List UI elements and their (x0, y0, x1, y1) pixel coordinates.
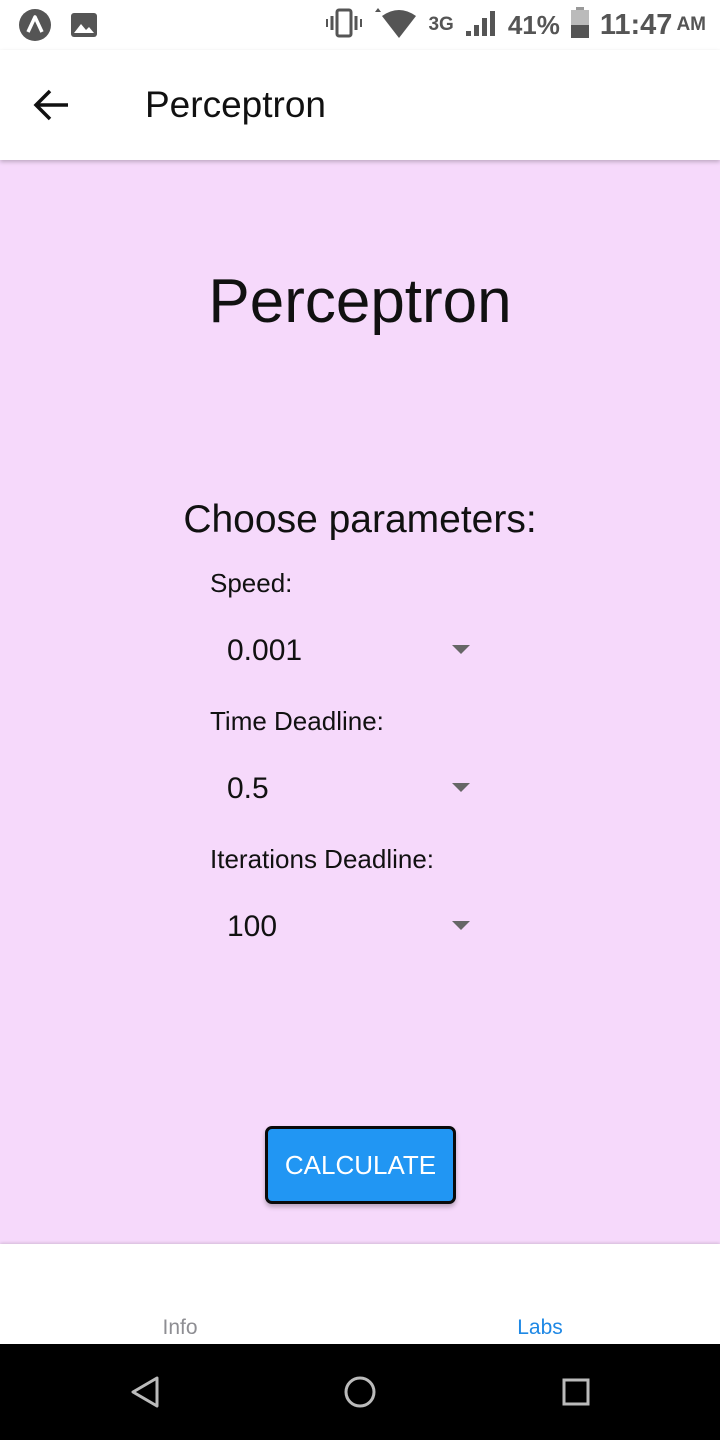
caret-down-icon (452, 645, 470, 654)
speed-value: 0.001 (227, 634, 303, 667)
image-icon (70, 12, 98, 43)
screen: 3G 41% 11:47 AM Perceptron Perceptron Ch… (0, 0, 720, 1440)
nav-recents-icon (556, 1378, 596, 1416)
clock-ampm: AM (676, 14, 706, 35)
time-deadline-dropdown[interactable]: 0.5 (210, 762, 480, 818)
speed-dropdown[interactable]: 0.001 (210, 624, 480, 680)
main-content: Perceptron Choose parameters: Speed: 0.0… (0, 160, 720, 1244)
clock-time: 11:47 (599, 8, 673, 41)
tab-info[interactable]: Info (0, 1244, 360, 1344)
page-title: Perceptron (208, 267, 512, 336)
network-type: 3G (428, 14, 454, 35)
app-logo-icon (18, 8, 52, 47)
calculate-button[interactable]: CALCULATE (265, 1126, 456, 1204)
speed-label: Speed: (210, 568, 293, 598)
iterations-deadline-value: 100 (227, 910, 278, 943)
battery-icon (570, 6, 590, 44)
tab-labs-label: Labs (517, 1316, 563, 1339)
nav-back-button[interactable] (125, 1372, 165, 1412)
section-title: Choose parameters: (183, 498, 537, 541)
iterations-deadline-label: Iterations Deadline: (210, 844, 435, 874)
status-left (18, 8, 98, 47)
back-button[interactable] (28, 80, 78, 130)
nav-home-button[interactable] (340, 1372, 380, 1412)
signal-icon (464, 9, 498, 42)
system-nav-bar (0, 1344, 720, 1440)
bottom-tab-bar: Info Labs (0, 1244, 720, 1344)
app-bar: Perceptron (0, 50, 720, 160)
iterations-deadline-dropdown[interactable]: 100 (210, 900, 480, 956)
status-right: 3G 41% 11:47 AM (326, 6, 706, 44)
time-deadline-label: Time Deadline: (210, 706, 384, 736)
wifi-icon (372, 7, 418, 43)
caret-down-icon (452, 783, 470, 792)
time-deadline-value: 0.5 (227, 772, 269, 805)
status-bar: 3G 41% 11:47 AM (0, 0, 720, 50)
app-bar-title: Perceptron (145, 84, 326, 125)
battery-percent: 41% (507, 9, 560, 40)
tab-info-label: Info (162, 1316, 198, 1339)
nav-home-icon (340, 1376, 380, 1416)
nav-recents-button[interactable] (556, 1372, 596, 1412)
tab-labs[interactable]: Labs (360, 1244, 720, 1344)
caret-down-icon (452, 921, 470, 930)
nav-back-icon (125, 1376, 165, 1416)
vibrate-icon (326, 8, 363, 43)
arrow-left-icon (28, 89, 78, 134)
